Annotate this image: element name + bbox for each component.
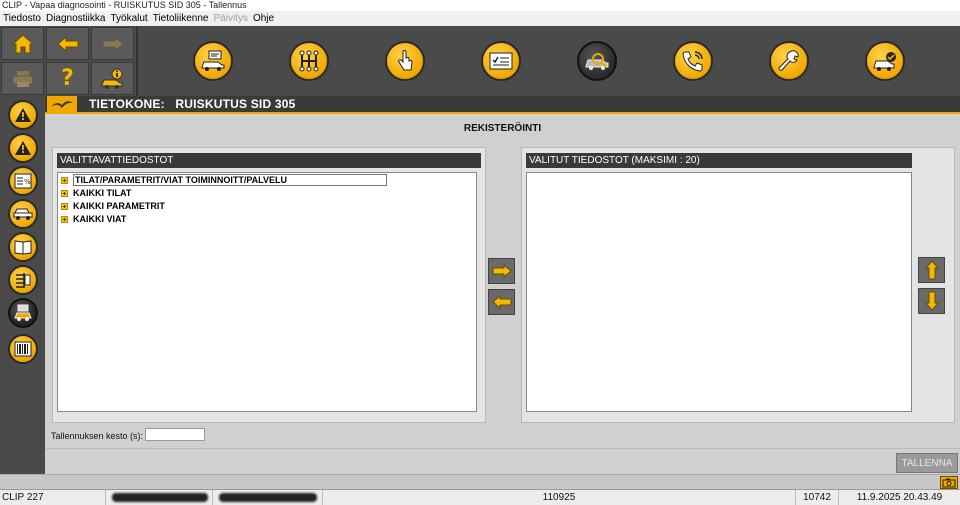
wiring-icon: [16, 273, 31, 288]
selected-files-list[interactable]: [526, 172, 912, 412]
remove-file-button[interactable]: [488, 289, 515, 315]
menu-bar: Tiedosto Diagnostiikka Työkalut Tietolii…: [0, 11, 960, 26]
help-icon: ?: [61, 66, 74, 91]
duration-input[interactable]: [145, 428, 205, 441]
right-arrow-icon: [492, 264, 512, 278]
forward-arrow-icon: [102, 35, 124, 52]
menu-paivitys: Päivitys: [213, 13, 248, 24]
up-arrow-icon: [924, 260, 939, 280]
module-header: TIETOKONE: RUISKUTUS SID 305: [45, 96, 960, 114]
back-arrow-icon: [56, 35, 78, 52]
gearbox-button[interactable]: [289, 41, 329, 81]
tree-item-tilat-parametrit-viat[interactable]: TILAT/PARAMETRIT/VIAT TOIMINNOITT/PALVEL…: [61, 174, 387, 186]
checklist-button[interactable]: [481, 41, 521, 81]
menu-tietoliikenne[interactable]: Tietoliikenne: [153, 13, 209, 24]
vehicle-scan-button[interactable]: [577, 41, 617, 81]
bird-logo-icon: [51, 101, 73, 108]
menu-tyokalut[interactable]: Työkalut: [110, 13, 147, 24]
home-icon: [11, 33, 34, 53]
vehicle-identification-icon: [201, 50, 225, 71]
gearbox-icon: [299, 50, 319, 72]
menu-diagnostiikka[interactable]: Diagnostiikka: [46, 13, 105, 24]
home-button[interactable]: [1, 27, 44, 60]
save-button[interactable]: TALLENNA: [896, 453, 958, 473]
vehicle-identification-button[interactable]: [193, 41, 233, 81]
tree-item-kaikki-parametrit[interactable]: KAIKKI PARAMETRIT: [61, 200, 165, 212]
printer-icon: [12, 70, 33, 87]
parameters-icon: %: [14, 173, 32, 189]
selected-files-panel: VALITUT TIEDOSTOT (MAKSIMI : 20): [521, 147, 955, 423]
left-sidebar: %: [0, 96, 45, 474]
available-files-title: VALITTAVATTIEDOSTOT: [57, 153, 481, 168]
status-datetime: 11.9.2025 20.43.49: [856, 492, 943, 503]
touch-button[interactable]: [385, 41, 425, 81]
vehicles-icon: [13, 208, 33, 220]
sidebar-manual-button[interactable]: [8, 232, 38, 262]
status-number: 10742: [796, 490, 839, 505]
checklist-icon: [489, 52, 513, 70]
forward-button: [91, 27, 134, 60]
back-button[interactable]: [46, 27, 89, 60]
tree-item-kaikki-viat[interactable]: KAIKKI VIAT: [61, 213, 126, 225]
sidebar-barcode-button[interactable]: [8, 334, 38, 364]
expand-icon[interactable]: [61, 189, 68, 197]
window-title: CLIP - Vapaa diagnosointi - RUISKUTUS SI…: [0, 0, 960, 11]
main-content: REKISTERÖINTI VALITTAVATTIEDOSTOT TILAT/…: [45, 116, 960, 474]
tree-item-kaikki-tilat[interactable]: KAIKKI TILAT: [61, 187, 131, 199]
expand-icon[interactable]: [61, 176, 68, 184]
status-redacted-2: [213, 490, 323, 505]
barcode-icon: [14, 341, 32, 357]
bottom-strip: [0, 474, 960, 489]
warning-icon: [15, 108, 31, 122]
down-arrow-icon: [924, 291, 939, 311]
status-redacted-1: [106, 490, 213, 505]
status-code: 110925: [323, 490, 796, 505]
sidebar-vehicle-record-button[interactable]: [8, 298, 38, 328]
divider: [45, 448, 960, 449]
sidebar-warning-button-2[interactable]: [8, 133, 38, 163]
status-version: CLIP 227: [0, 490, 106, 505]
toolbar-separator: [136, 26, 138, 96]
vehicle-info-button[interactable]: [91, 62, 134, 95]
wrench-button[interactable]: [769, 41, 809, 81]
warning-icon: [15, 141, 31, 155]
menu-ohje[interactable]: Ohje: [253, 13, 274, 24]
sidebar-vehicles-button[interactable]: [8, 199, 38, 229]
move-up-button[interactable]: [918, 257, 945, 283]
available-files-list[interactable]: TILAT/PARAMETRIT/VIAT TOIMINNOITT/PALVEL…: [57, 172, 477, 412]
status-bar: CLIP 227 110925 10742 11.9.2025 20.43.49: [0, 489, 960, 505]
move-down-button[interactable]: [918, 288, 945, 314]
screenshot-button[interactable]: [940, 476, 958, 489]
logo: [47, 96, 77, 112]
sidebar-wiring-button[interactable]: [8, 265, 38, 295]
phone-support-icon: [682, 51, 703, 72]
page-title: REKISTERÖINTI: [463, 123, 542, 134]
selected-files-title: VALITUT TIEDOSTOT (MAKSIMI : 20): [526, 153, 912, 168]
add-file-button[interactable]: [488, 258, 515, 284]
menu-tiedosto[interactable]: Tiedosto: [3, 13, 41, 24]
duration-label: Tallennuksen kesto (s):: [51, 431, 144, 441]
print-button: [1, 62, 44, 95]
vehicle-scan-icon: [585, 53, 609, 70]
manual-icon: [14, 240, 32, 255]
expand-icon[interactable]: [61, 202, 68, 210]
vehicle-check-icon: [873, 52, 896, 71]
sidebar-parameters-button[interactable]: %: [8, 166, 38, 196]
module-title: TIETOKONE: RUISKUTUS SID 305: [89, 97, 296, 111]
main-toolbar: ?: [0, 26, 960, 96]
left-arrow-icon: [491, 295, 511, 309]
help-button[interactable]: ?: [46, 62, 89, 95]
touch-icon: [398, 50, 413, 71]
available-files-panel: VALITTAVATTIEDOSTOT TILAT/PARAMETRIT/VIA…: [52, 147, 486, 423]
vehicle-record-icon: [14, 304, 32, 321]
camera-icon: [942, 478, 956, 487]
sidebar-warning-button-1[interactable]: [8, 100, 38, 130]
svg-text:%: %: [24, 178, 31, 186]
expand-icon[interactable]: [61, 215, 68, 223]
phone-support-button[interactable]: [673, 41, 713, 81]
vehicle-info-icon: [101, 68, 122, 89]
wrench-icon: [778, 50, 799, 71]
vehicle-check-button[interactable]: [865, 41, 905, 81]
